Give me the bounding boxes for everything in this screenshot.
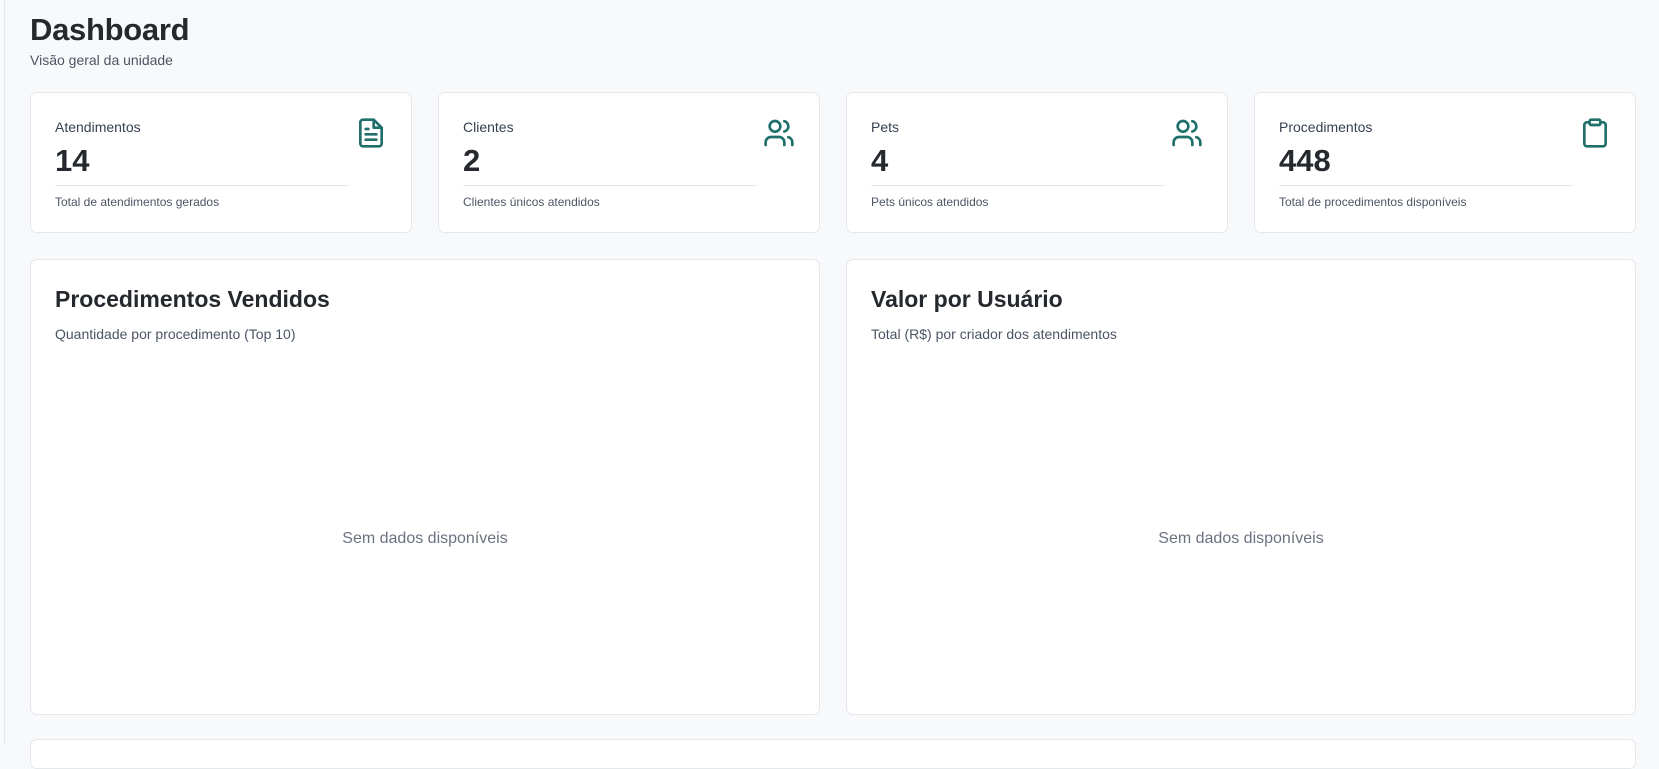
stat-label: Clientes [463,119,514,135]
page-subtitle: Visão geral da unidade [30,52,173,68]
users-icon [764,119,794,147]
chart-title: Valor por Usuário [871,286,1063,312]
stat-value: 14 [55,143,90,178]
stat-divider [871,185,1165,186]
stat-note: Clientes únicos atendidos [463,195,600,209]
stat-value: 2 [463,143,481,178]
stat-card-procedimentos: Procedimentos 448 Total de procedimentos… [1254,92,1636,233]
stat-card-clientes: Clientes 2 Clientes únicos atendidos [438,92,820,233]
stat-divider [55,185,349,186]
stat-note: Total de atendimentos gerados [55,195,220,209]
stat-label: Atendimentos [55,119,141,135]
page-title: Dashboard [30,12,190,47]
chart-card-procedimentos-vendidos: Procedimentos Vendidos Quantidade por pr… [30,259,820,715]
stat-note: Pets únicos atendidos [871,195,989,209]
chart-subtitle: Total (R$) por criador dos atendimentos [871,326,1117,342]
sidebar-border [4,0,5,744]
stat-note: Total de procedimentos disponíveis [1279,195,1467,209]
stat-card-pets: Pets 4 Pets únicos atendidos [846,92,1228,233]
stat-value: 448 [1279,143,1331,178]
stat-value: 4 [871,143,889,178]
chart-title: Procedimentos Vendidos [55,286,330,312]
stat-label: Procedimentos [1279,119,1373,135]
chart-subtitle: Quantidade por procedimento (Top 10) [55,326,296,342]
document-icon [359,118,383,148]
users-icon [1172,119,1202,147]
empty-state-message: Sem dados disponíveis [1158,530,1324,547]
stat-divider [1279,185,1573,186]
empty-state-message: Sem dados disponíveis [342,530,508,547]
clipboard-icon [1583,118,1607,148]
stat-card-atendimentos: Atendimentos 14 Total de atendimentos ge… [30,92,412,233]
stat-divider [463,185,757,186]
chart-card-valor-por-usuario: Valor por Usuário Total (R$) por criador… [846,259,1636,715]
page-header: Dashboard Visão geral da unidade [30,12,190,68]
stat-label: Pets [871,119,900,135]
